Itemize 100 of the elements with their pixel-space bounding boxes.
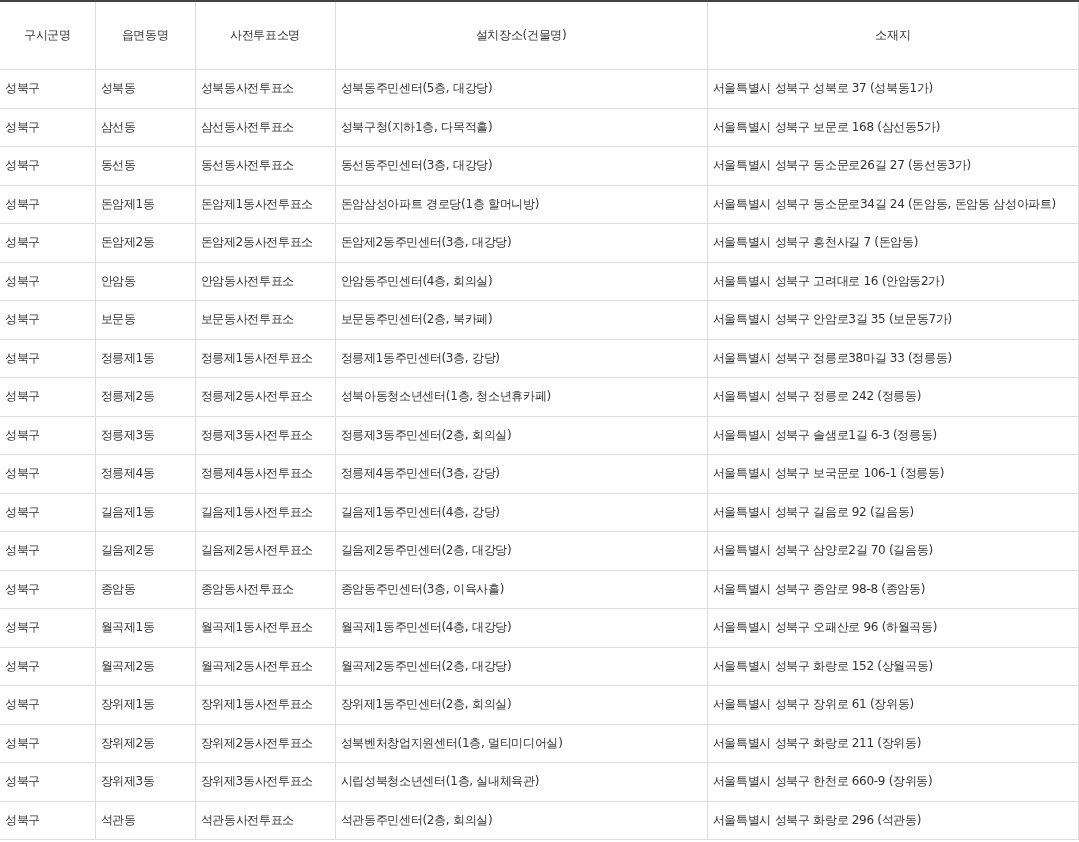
table-cell: 성북구 xyxy=(0,531,95,570)
table-cell: 성북구 xyxy=(0,762,95,801)
table-cell: 석관동주민센터(2층, 회의실) xyxy=(335,801,707,840)
table-cell: 성북구 xyxy=(0,339,95,378)
table-cell: 서울특별시 성북구 화랑로 211 (장위동) xyxy=(707,724,1079,763)
table-cell: 길음제2동 xyxy=(95,531,195,570)
table-cell: 종암동주민센터(3층, 이육사홀) xyxy=(335,570,707,609)
table-cell: 안암동 xyxy=(95,262,195,301)
table-cell: 장위제2동 xyxy=(95,724,195,763)
column-header: 읍면동명 xyxy=(95,1,195,70)
table-cell: 돈암제2동사전투표소 xyxy=(195,223,335,262)
table-cell: 성북구 xyxy=(0,608,95,647)
table-cell: 서울특별시 성북구 화랑로 296 (석관동) xyxy=(707,801,1079,840)
table-cell: 동선동 xyxy=(95,146,195,185)
table-cell: 장위제3동사전투표소 xyxy=(195,762,335,801)
table-cell: 성북구 xyxy=(0,493,95,532)
table-cell: 종암동사전투표소 xyxy=(195,570,335,609)
column-header: 사전투표소명 xyxy=(195,1,335,70)
table-cell: 성북구 xyxy=(0,377,95,416)
table-cell: 석관동 xyxy=(95,801,195,840)
table-cell: 서울특별시 성북구 오패산로 96 (하월곡동) xyxy=(707,608,1079,647)
table-cell: 정릉제1동사전투표소 xyxy=(195,339,335,378)
table-cell: 서울특별시 성북구 화랑로 152 (상월곡동) xyxy=(707,647,1079,686)
table-cell: 서울특별시 성북구 길음로 92 (길음동) xyxy=(707,493,1079,532)
table-cell: 동선동주민센터(3층, 대강당) xyxy=(335,146,707,185)
table-cell: 서울특별시 성북구 고려대로 16 (안암동2가) xyxy=(707,262,1079,301)
table-cell: 길음제2동주민센터(2층, 대강당) xyxy=(335,531,707,570)
table-cell: 성북구 xyxy=(0,108,95,147)
table-cell: 서울특별시 성북구 한천로 660-9 (장위동) xyxy=(707,762,1079,801)
table-cell: 길음제1동 xyxy=(95,493,195,532)
table-cell: 성북동주민센터(5층, 대강당) xyxy=(335,69,707,108)
table-cell: 성북구 xyxy=(0,69,95,108)
table-cell: 성북동사전투표소 xyxy=(195,69,335,108)
table-cell: 정릉제2동 xyxy=(95,377,195,416)
table-cell: 서울특별시 성북구 성북로 37 (성북동1가) xyxy=(707,69,1079,108)
table-cell: 삼선동 xyxy=(95,108,195,147)
table-cell: 길음제1동사전투표소 xyxy=(195,493,335,532)
table-cell: 서울특별시 성북구 종암로 98-8 (종암동) xyxy=(707,570,1079,609)
table-cell: 장위제1동사전투표소 xyxy=(195,685,335,724)
table-cell: 서울특별시 성북구 흥천사길 7 (돈암동) xyxy=(707,223,1079,262)
table-cell: 정릉제2동사전투표소 xyxy=(195,377,335,416)
table-cell: 성북벤처창업지원센터(1층, 멀티미디어실) xyxy=(335,724,707,763)
table-cell: 삼선동사전투표소 xyxy=(195,108,335,147)
table-cell: 돈암제2동 xyxy=(95,223,195,262)
table-cell: 성북구 xyxy=(0,262,95,301)
column-header: 소재지 xyxy=(707,1,1079,70)
table-cell: 월곡제2동주민센터(2층, 대강당) xyxy=(335,647,707,686)
table-cell: 성북구 xyxy=(0,570,95,609)
table-cell: 서울특별시 성북구 보문로 168 (삼선동5가) xyxy=(707,108,1079,147)
table-cell: 성북아동청소년센터(1층, 청소년휴카페) xyxy=(335,377,707,416)
table-cell: 돈암삼성아파트 경로당(1층 할머니방) xyxy=(335,185,707,224)
table-cell: 성북구 xyxy=(0,185,95,224)
table-cell: 돈암제1동 xyxy=(95,185,195,224)
table-cell: 월곡제1동주민센터(4층, 대강당) xyxy=(335,608,707,647)
table-cell: 시립성북청소년센터(1층, 실내체육관) xyxy=(335,762,707,801)
table-cell: 성북구 xyxy=(0,454,95,493)
table-cell: 서울특별시 성북구 정릉로38마길 33 (정릉동) xyxy=(707,339,1079,378)
table-cell: 돈암제1동사전투표소 xyxy=(195,185,335,224)
table-cell: 정릉제3동 xyxy=(95,416,195,455)
table-cell: 서울특별시 성북구 안암로3길 35 (보문동7가) xyxy=(707,300,1079,339)
table-cell: 보문동주민센터(2층, 북카페) xyxy=(335,300,707,339)
table-cell: 정릉제4동주민센터(3층, 강당) xyxy=(335,454,707,493)
table-cell: 서울특별시 성북구 보국문로 106-1 (정릉동) xyxy=(707,454,1079,493)
table-cell: 서울특별시 성북구 동소문로34길 24 (돈암동, 돈암동 삼성아파트) xyxy=(707,185,1079,224)
table-cell: 장위제2동사전투표소 xyxy=(195,724,335,763)
table-cell: 서울특별시 성북구 동소문로26길 27 (동선동3가) xyxy=(707,146,1079,185)
table-cell: 정릉제3동사전투표소 xyxy=(195,416,335,455)
table-cell: 성북구 xyxy=(0,416,95,455)
table-cell: 성북구 xyxy=(0,801,95,840)
table-cell: 정릉제1동 xyxy=(95,339,195,378)
table-cell: 안암동주민센터(4층, 회의실) xyxy=(335,262,707,301)
table-cell: 월곡제1동 xyxy=(95,608,195,647)
table-cell: 성북동 xyxy=(95,69,195,108)
table-cell: 안암동사전투표소 xyxy=(195,262,335,301)
column-header: 설치장소(건물명) xyxy=(335,1,707,70)
table-cell: 성북구 xyxy=(0,647,95,686)
table-cell: 석관동사전투표소 xyxy=(195,801,335,840)
table-cell: 정릉제4동사전투표소 xyxy=(195,454,335,493)
table-cell: 길음제1동주민센터(4층, 강당) xyxy=(335,493,707,532)
table-cell: 성북구 xyxy=(0,724,95,763)
table-cell: 성북구 xyxy=(0,685,95,724)
table-cell: 보문동 xyxy=(95,300,195,339)
table-cell: 장위제1동 xyxy=(95,685,195,724)
column-header: 구시군명 xyxy=(0,1,95,70)
table-cell: 월곡제2동 xyxy=(95,647,195,686)
table-cell: 성북구 xyxy=(0,146,95,185)
table-cell: 서울특별시 성북구 장위로 61 (장위동) xyxy=(707,685,1079,724)
table-cell: 서울특별시 성북구 정릉로 242 (정릉동) xyxy=(707,377,1079,416)
table-cell: 정릉제4동 xyxy=(95,454,195,493)
table-cell: 장위제1동주민센터(2층, 회의실) xyxy=(335,685,707,724)
table-cell: 월곡제2동사전투표소 xyxy=(195,647,335,686)
table-cell: 서울특별시 성북구 삼양로2길 70 (길음동) xyxy=(707,531,1079,570)
table-cell: 서울특별시 성북구 솔샘로1길 6-3 (정릉동) xyxy=(707,416,1079,455)
table-cell: 정릉제3동주민센터(2층, 회의실) xyxy=(335,416,707,455)
table-cell: 정릉제1동주민센터(3층, 강당) xyxy=(335,339,707,378)
table-cell: 월곡제1동사전투표소 xyxy=(195,608,335,647)
table-cell: 길음제2동사전투표소 xyxy=(195,531,335,570)
table-cell: 성북구 xyxy=(0,223,95,262)
table-cell: 성북구청(지하1층, 다목적홀) xyxy=(335,108,707,147)
table-cell: 돈암제2동주민센터(3층, 대강당) xyxy=(335,223,707,262)
